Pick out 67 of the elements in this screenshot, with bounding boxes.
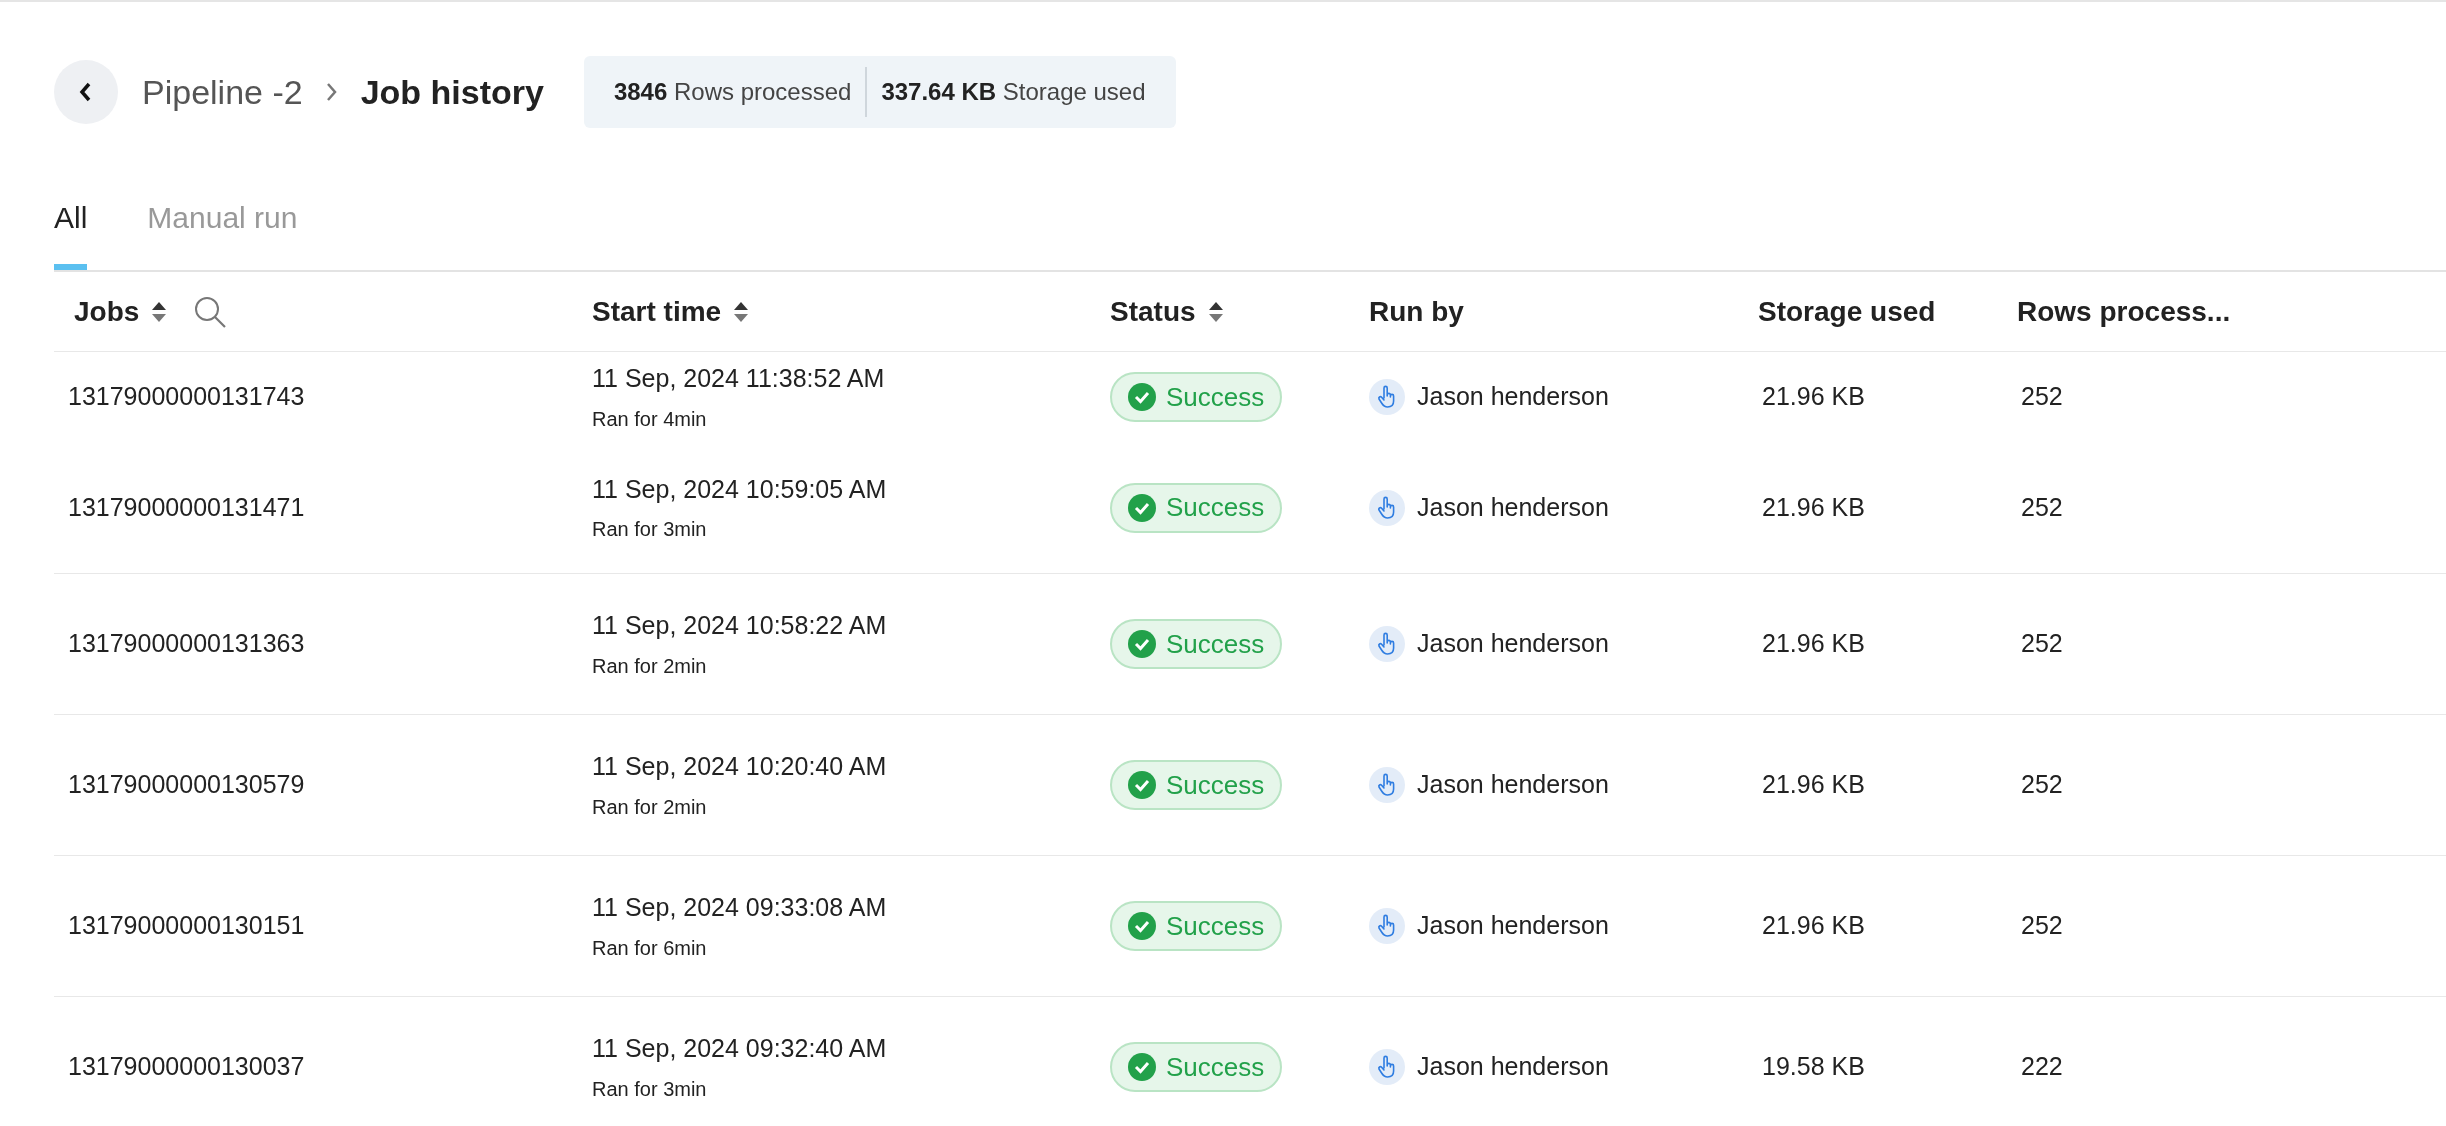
job-id: 13179000000130151	[68, 910, 305, 942]
start-time: 11 Sep, 2024 10:59:05 AM	[592, 473, 887, 505]
storage-used: 21.96 KB	[1762, 769, 1865, 801]
pointer-hand-icon	[1369, 626, 1405, 662]
run-duration: Ran for 6min	[592, 935, 707, 961]
storage-used: 21.96 KB	[1762, 491, 1865, 523]
run-duration: Ran for 3min	[592, 517, 707, 543]
user-name: Jason henderson	[1417, 1051, 1609, 1083]
check-circle-icon	[1128, 912, 1156, 940]
storage-used: 21.96 KB	[1762, 628, 1865, 660]
pointer-hand-icon	[1369, 379, 1405, 415]
check-circle-icon	[1128, 771, 1156, 799]
rows-processed: 222	[2021, 1051, 2063, 1083]
tab[interactable]: All	[54, 195, 88, 270]
check-circle-icon	[1128, 493, 1156, 522]
summary-stat: 3846 Rows processed	[613, 77, 852, 107]
user-name: Jason henderson	[1417, 381, 1609, 413]
user-name: Jason henderson	[1417, 491, 1609, 523]
status-badge: Success	[1110, 619, 1283, 669]
column-header: Rows process...	[2017, 294, 2231, 329]
page-title: Job history	[360, 71, 544, 113]
storage-used: 19.58 KB	[1762, 1051, 1865, 1083]
pointer-hand-icon	[1369, 489, 1405, 526]
column-header: Storage used	[1758, 294, 1936, 329]
start-time: 11 Sep, 2024 11:38:52 AM	[592, 363, 885, 395]
start-time: 11 Sep, 2024 10:20:40 AM	[592, 751, 887, 783]
job-id: 13179000000131743	[68, 381, 305, 413]
check-circle-icon	[1128, 383, 1156, 411]
column-header: Run by	[1369, 294, 1464, 329]
status-badge: Success	[1110, 482, 1283, 533]
pointer-hand-icon	[1369, 1049, 1405, 1085]
run-duration: Ran for 3min	[592, 1076, 707, 1102]
user-name: Jason henderson	[1417, 910, 1609, 942]
chevron-right-icon	[324, 81, 339, 103]
check-circle-icon	[1128, 630, 1156, 658]
search-icon[interactable]	[193, 294, 228, 329]
rows-processed: 252	[2021, 769, 2063, 801]
run-duration: Ran for 2min	[592, 653, 707, 679]
status-badge: Success	[1110, 760, 1283, 810]
job-id: 13179000000131363	[68, 628, 305, 660]
user-name: Jason henderson	[1417, 628, 1609, 660]
check-circle-icon	[1128, 1053, 1156, 1081]
start-time: 11 Sep, 2024 09:33:08 AM	[592, 892, 887, 924]
rows-processed: 252	[2021, 491, 2063, 523]
column-header[interactable]: Jobs	[74, 290, 140, 333]
storage-used: 21.96 KB	[1762, 381, 1865, 413]
storage-used: 21.96 KB	[1762, 910, 1865, 942]
user-name: Jason henderson	[1417, 769, 1609, 801]
status-badge: Success	[1110, 372, 1283, 422]
start-time: 11 Sep, 2024 10:58:22 AM	[592, 610, 887, 642]
column-header[interactable]: Start time	[592, 290, 722, 333]
start-time: 11 Sep, 2024 09:32:40 AM	[592, 1033, 887, 1065]
run-duration: Ran for 2min	[592, 794, 707, 820]
run-duration: Ran for 4min	[592, 406, 707, 432]
pointer-hand-icon	[1369, 908, 1405, 944]
summary-stat: 337.64 KB Storage used	[881, 77, 1146, 107]
rows-processed: 252	[2021, 910, 2063, 942]
status-badge: Success	[1110, 1042, 1283, 1092]
pointer-hand-icon	[1369, 767, 1405, 803]
column-header[interactable]: Status	[1110, 290, 1196, 333]
breadcrumb-link[interactable]: Pipeline -2	[142, 66, 303, 118]
rows-processed: 252	[2021, 628, 2063, 660]
rows-processed: 252	[2021, 381, 2063, 413]
job-id: 13179000000131471	[68, 491, 305, 523]
status-badge: Success	[1110, 901, 1283, 951]
job-id: 13179000000130579	[68, 769, 305, 801]
job-id: 13179000000130037	[68, 1051, 305, 1083]
